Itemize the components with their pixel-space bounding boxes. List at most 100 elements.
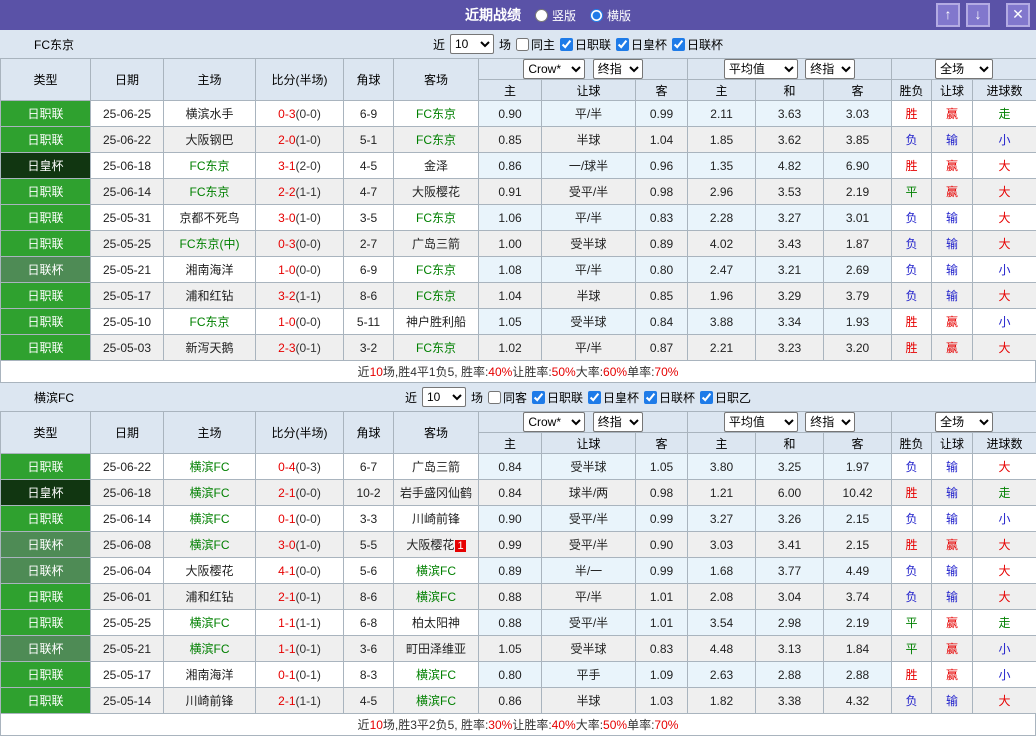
scroll-down-button[interactable]: ↓ — [966, 3, 990, 27]
league-filter[interactable]: 日职联 — [560, 36, 611, 53]
layout-vertical-radio[interactable]: 竖版 — [535, 7, 576, 24]
halftime-score: (0-0) — [296, 237, 321, 251]
col-type: 类型 — [1, 412, 91, 454]
away-team-name: FC东京 — [416, 211, 456, 225]
date-cell: 25-06-14 — [91, 506, 164, 532]
avg-draw-cell: 3.23 — [756, 335, 824, 361]
odds-home-cell: 1.04 — [479, 283, 542, 309]
avg-home-cell: 4.02 — [688, 231, 756, 257]
corner-cell: 6-8 — [344, 610, 394, 636]
avg-home-cell: 1.68 — [688, 558, 756, 584]
home-team-cell: 大阪樱花 — [164, 558, 256, 584]
away-team-name: 广岛三箭 — [412, 460, 460, 474]
checkbox-icon[interactable] — [516, 38, 529, 51]
checkbox-icon[interactable] — [488, 391, 501, 404]
score-cell: 0-4(0-3) — [256, 454, 344, 480]
odds-handicap-cell: 平/半 — [542, 257, 636, 283]
avg-time-select[interactable]: 终指 — [805, 59, 855, 79]
date-cell: 25-06-25 — [91, 101, 164, 127]
radio-icon[interactable] — [535, 9, 548, 22]
result-cell: 平 — [892, 610, 932, 636]
recent-count-select[interactable]: 10 — [422, 387, 466, 407]
col-result: 胜负 — [892, 80, 932, 101]
league-filter[interactable]: 日联杯 — [644, 389, 695, 406]
avg-draw-cell: 3.26 — [756, 506, 824, 532]
fulltime-score: 2-1 — [278, 694, 295, 708]
summary-segment: 40% — [552, 718, 576, 732]
handicap-result-cell: 输 — [932, 506, 973, 532]
same-venue-filter[interactable]: 同主 — [516, 36, 555, 53]
away-team-name: FC东京 — [416, 133, 456, 147]
fulltime-score: 2-1 — [278, 486, 295, 500]
table-header-row: 类型 日期 主场 比分(半场) 角球 客场 Crow* 终指 平均值 终指 全场 — [1, 59, 1036, 80]
league-type-cell: 日职联 — [1, 662, 91, 688]
result-cell: 负 — [892, 283, 932, 309]
col-odds-home: 主 — [479, 80, 542, 101]
league-type-cell: 日联杯 — [1, 636, 91, 662]
away-team-name: 大阪樱花 — [406, 538, 454, 552]
league-type-cell: 日职联 — [1, 335, 91, 361]
scope-select[interactable]: 全场 — [935, 59, 993, 79]
checkbox-icon[interactable] — [588, 391, 601, 404]
match-row: 日职联25-06-14FC东京2-2(1-1)4-7大阪樱花0.91受平/半0.… — [1, 179, 1036, 205]
result-text: 胜 — [906, 668, 918, 682]
close-button[interactable]: ✕ — [1006, 3, 1030, 27]
match-row: 日职联25-05-25FC东京(中)0-3(0-0)2-7广岛三箭1.00受半球… — [1, 231, 1036, 257]
summary-segment: 让胜率: — [512, 363, 551, 380]
away-team-name: FC东京 — [416, 263, 456, 277]
recent-count-select[interactable]: 10 — [450, 34, 494, 54]
odds-away-cell: 0.80 — [636, 257, 688, 283]
league-type-cell: 日职联 — [1, 127, 91, 153]
result-text: 负 — [906, 460, 918, 474]
radio-icon[interactable] — [590, 9, 603, 22]
odds-time-select[interactable]: 终指 — [593, 59, 643, 79]
league-filter[interactable]: 日皇杯 — [616, 36, 667, 53]
odds-time-select[interactable]: 终指 — [593, 412, 643, 432]
avg-away-cell: 3.74 — [824, 584, 892, 610]
league-filter-label: 日职联 — [575, 36, 611, 53]
corner-cell: 6-7 — [344, 454, 394, 480]
bookmaker-select[interactable]: Crow* — [523, 59, 585, 79]
away-team-cell: 广岛三箭 — [394, 231, 479, 257]
league-type-cell: 日职联 — [1, 179, 91, 205]
table-header-row: 类型 日期 主场 比分(半场) 角球 客场 Crow* 终指 平均值 终指 全场 — [1, 412, 1036, 433]
result-text: 赢 — [946, 107, 958, 121]
layout-horizontal-radio[interactable]: 横版 — [590, 7, 631, 24]
result-text: 小 — [999, 133, 1011, 147]
result-text: 负 — [906, 263, 918, 277]
league-filter[interactable]: 日联杯 — [672, 36, 723, 53]
same-venue-filter[interactable]: 同客 — [488, 389, 527, 406]
result-text: 赢 — [946, 616, 958, 630]
scope-select[interactable]: 全场 — [935, 412, 993, 432]
league-filter[interactable]: 日皇杯 — [588, 389, 639, 406]
home-team-name: 浦和红钻 — [185, 590, 233, 604]
league-filter[interactable]: 日职联 — [532, 389, 583, 406]
goals-result-cell: 大 — [973, 532, 1036, 558]
summary-segment: 单率: — [627, 716, 654, 733]
score-cell: 2-2(1-1) — [256, 179, 344, 205]
col-date: 日期 — [91, 59, 164, 101]
checkbox-icon[interactable] — [560, 38, 573, 51]
bookmaker-select[interactable]: Crow* — [523, 412, 585, 432]
league-filter[interactable]: 日职乙 — [700, 389, 751, 406]
odds-handicap-cell: 受半球 — [542, 454, 636, 480]
home-team-cell: 川崎前锋 — [164, 688, 256, 714]
checkbox-icon[interactable] — [700, 391, 713, 404]
scroll-up-button[interactable]: ↑ — [936, 3, 960, 27]
checkbox-icon[interactable] — [644, 391, 657, 404]
checkbox-icon[interactable] — [532, 391, 545, 404]
away-team-cell: FC东京 — [394, 257, 479, 283]
average-select[interactable]: 平均值 — [724, 59, 798, 79]
average-select[interactable]: 平均值 — [724, 412, 798, 432]
avg-time-select[interactable]: 终指 — [805, 412, 855, 432]
match-row: 日职联25-06-22横滨FC0-4(0-3)6-7广岛三箭0.84受半球1.0… — [1, 454, 1036, 480]
avg-draw-cell: 3.38 — [756, 688, 824, 714]
league-type-cell: 日联杯 — [1, 257, 91, 283]
corner-cell: 8-3 — [344, 662, 394, 688]
checkbox-icon[interactable] — [616, 38, 629, 51]
col-odds-away: 客 — [636, 80, 688, 101]
odds-away-cell: 0.99 — [636, 506, 688, 532]
match-row: 日职联25-05-17湘南海洋0-1(0-1)8-3横滨FC0.80平手1.09… — [1, 662, 1036, 688]
home-team-name: FC东京 — [190, 159, 230, 173]
checkbox-icon[interactable] — [672, 38, 685, 51]
